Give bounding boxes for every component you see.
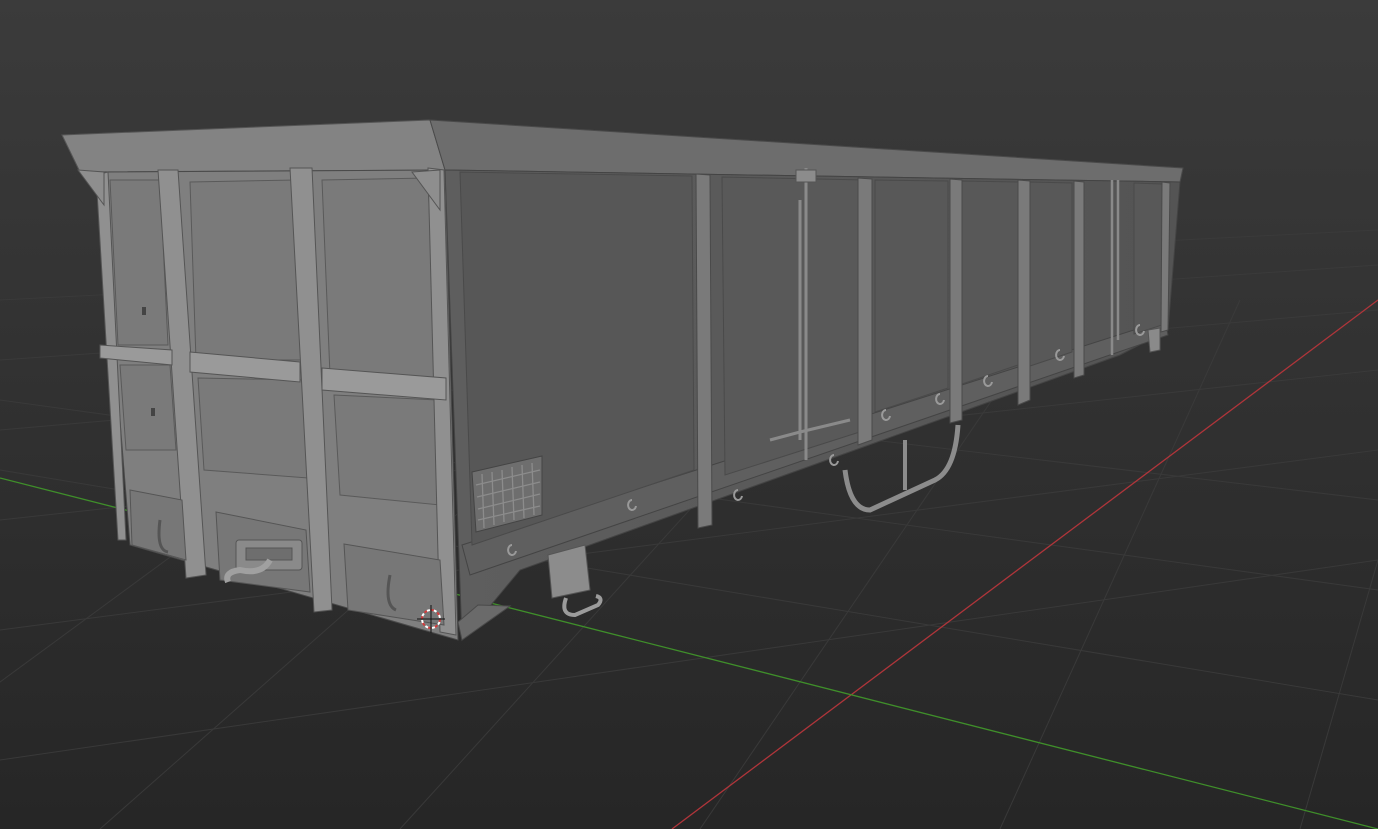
3d-viewport[interactable]: [0, 0, 1378, 829]
front-mark-1: [142, 307, 146, 315]
side-panel-5: [1029, 181, 1073, 367]
front-mark-2: [151, 408, 155, 416]
side-panel-3: [874, 179, 949, 413]
side-panel-4: [961, 180, 1019, 385]
side-panel-2: [721, 176, 867, 476]
rear-bracket: [1147, 327, 1161, 353]
side-panel-6: [1133, 182, 1163, 335]
viewport-canvas[interactable]: [0, 0, 1378, 829]
